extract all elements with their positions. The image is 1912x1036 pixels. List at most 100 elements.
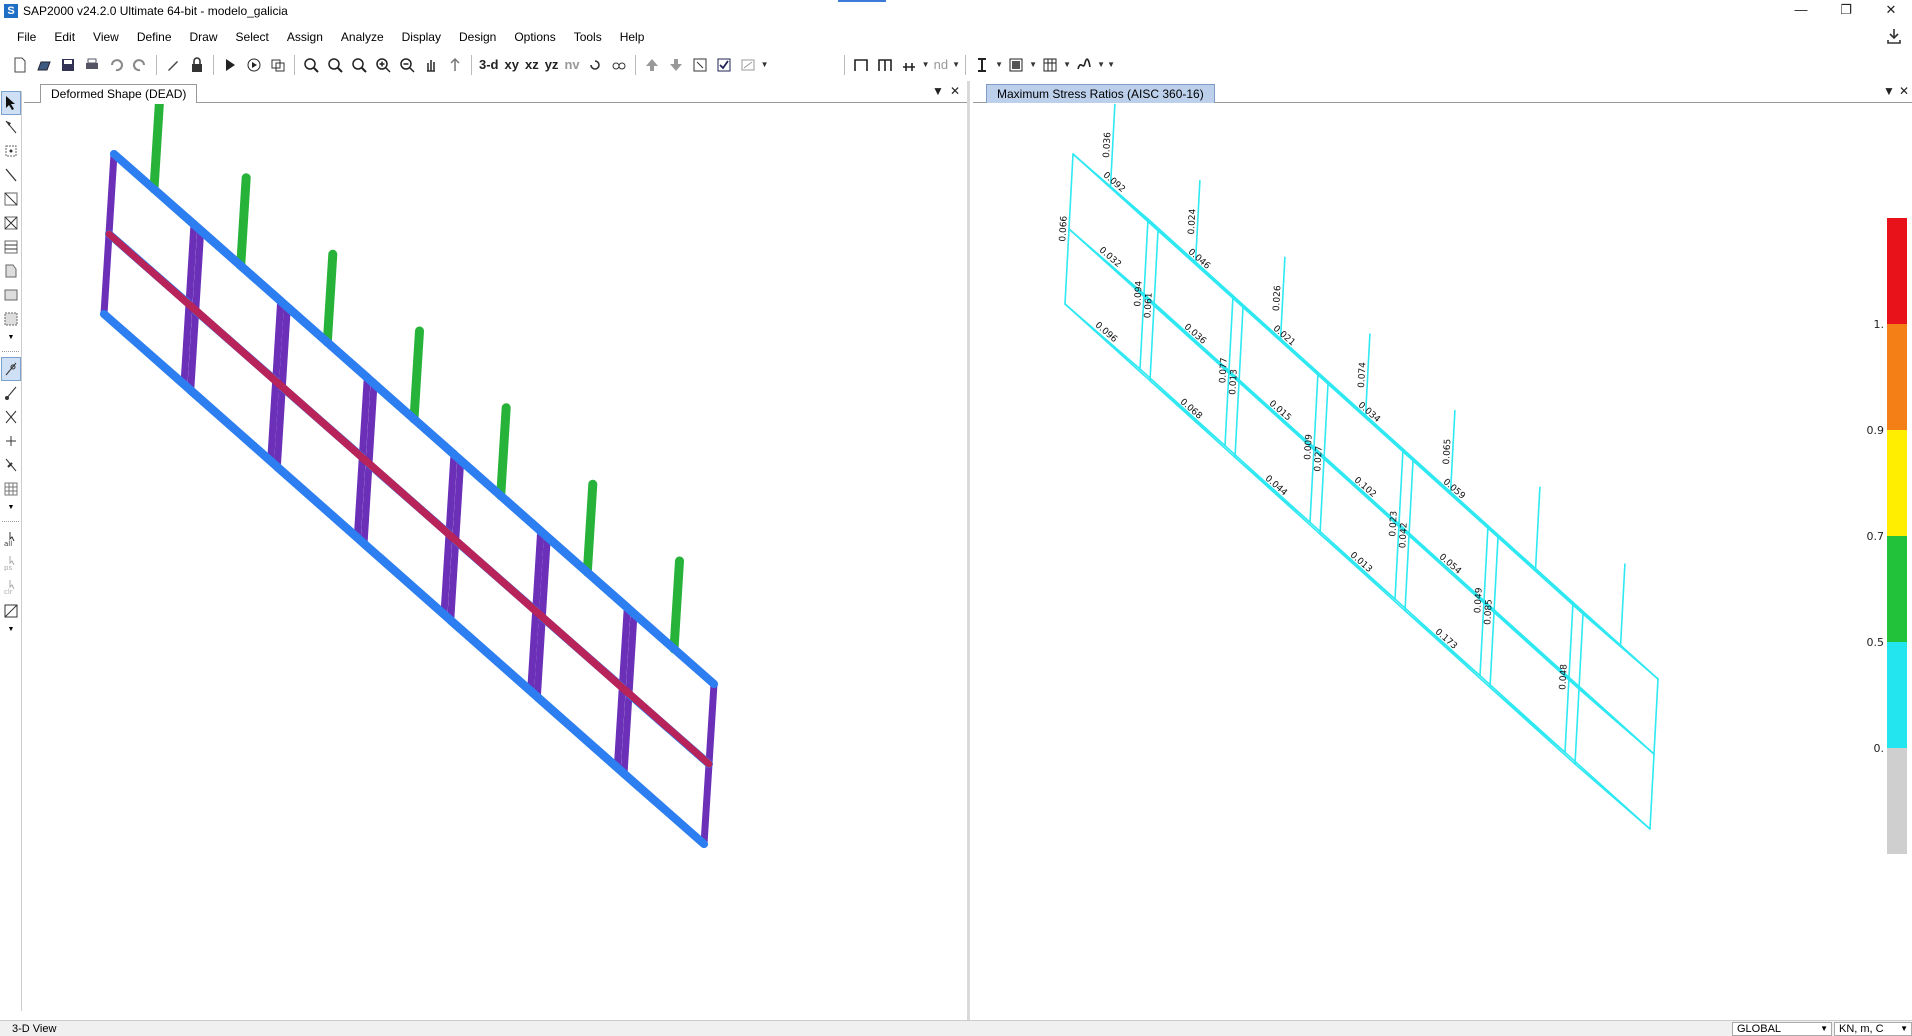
intersecting-line-select-icon[interactable] — [1, 599, 21, 623]
dropdown-arrow-icon[interactable]: ▼ — [1106, 60, 1116, 69]
perspective-toggle-icon[interactable] — [607, 53, 631, 77]
frame-member[interactable] — [150, 185, 678, 653]
rotate-view-icon[interactable] — [583, 53, 607, 77]
dropdown-arrow-icon[interactable]: ▼ — [1096, 60, 1106, 69]
open-icon[interactable] — [32, 53, 56, 77]
dropdown-arrow-icon[interactable]: ▼ — [760, 60, 770, 69]
frame-member[interactable] — [496, 403, 511, 501]
menu-assign[interactable]: Assign — [278, 25, 332, 49]
draw-frame-icon[interactable] — [1, 163, 21, 187]
left-window-close-icon[interactable]: ✕ — [950, 84, 960, 98]
draw-rect-area-icon[interactable] — [1, 283, 21, 307]
coordinate-system-select[interactable]: GLOBAL ▼ — [1732, 1022, 1832, 1036]
menu-help[interactable]: Help — [611, 25, 654, 49]
reshape-icon[interactable] — [1, 115, 21, 139]
menu-tools[interactable]: Tools — [565, 25, 611, 49]
draw-poly-area-icon[interactable] — [1, 259, 21, 283]
dropdown-arrow-icon[interactable]: ▼ — [921, 60, 931, 69]
units-select[interactable]: KN, m, C ▼ — [1834, 1022, 1912, 1036]
rubber-band-zoom-icon[interactable] — [299, 53, 323, 77]
stress-ratio-model[interactable]: 0.0660.0940.0920.0960.0320.0360.0610.077… — [973, 104, 1912, 1020]
right-window-menu-icon[interactable]: ▼ — [1883, 84, 1895, 98]
frame-member[interactable] — [582, 479, 598, 577]
view-yz-button[interactable]: yz — [542, 53, 562, 77]
frame-member[interactable] — [1147, 218, 1659, 680]
edit-pencil-icon[interactable] — [161, 53, 185, 77]
stress-ratio-3d-view[interactable]: 0.066 0.094 0.092 0.096 0.032 0.036 0.061 0.077… — [973, 104, 1912, 1020]
menu-file[interactable]: File — [8, 25, 45, 49]
zoom-previous-icon[interactable] — [347, 53, 371, 77]
minimize-button[interactable]: — — [1778, 0, 1824, 22]
tab-deformed-shape[interactable]: Deformed Shape (DEAD) — [40, 84, 198, 103]
move-up-list-icon[interactable] — [640, 53, 664, 77]
snap-points-icon[interactable] — [1, 357, 21, 381]
new-model-icon[interactable] — [8, 53, 32, 77]
lock-icon[interactable] — [185, 53, 209, 77]
menu-draw[interactable]: Draw — [181, 25, 227, 49]
frame-draw-icon[interactable] — [849, 53, 873, 77]
dropdown-arrow-icon[interactable]: ▼ — [1062, 60, 1072, 69]
select-all-icon[interactable]: all — [1, 527, 21, 551]
frame-member[interactable] — [1619, 563, 1626, 648]
zoom-out-icon[interactable] — [395, 53, 419, 77]
frame-member[interactable] — [149, 104, 164, 194]
snap-perpendicular-icon[interactable] — [1, 429, 21, 453]
view-nv-button[interactable]: nv — [561, 53, 582, 77]
left-window-menu-icon[interactable]: ▼ — [932, 84, 944, 98]
menu-analyze[interactable]: Analyze — [332, 25, 393, 49]
restore-full-view-icon[interactable] — [323, 53, 347, 77]
previous-selection-icon[interactable]: ps — [1, 551, 21, 575]
pan-hand-icon[interactable] — [419, 53, 443, 77]
draw-joint-icon[interactable] — [1, 139, 21, 163]
save-icon[interactable] — [56, 53, 80, 77]
print-icon[interactable] — [80, 53, 104, 77]
deformed-shape-model[interactable] — [24, 104, 967, 1020]
menu-define[interactable]: Define — [128, 25, 181, 49]
nd-button[interactable]: nd — [931, 53, 951, 77]
palette-more-arrow-icon[interactable]: ▼ — [1, 331, 21, 343]
dropdown-arrow-icon[interactable]: ▼ — [994, 60, 1004, 69]
restore-button[interactable]: ❐ — [1823, 0, 1869, 22]
show-undeformed-icon[interactable] — [736, 53, 760, 77]
snap-lines-icon[interactable] — [1, 453, 21, 477]
quick-draw-frame-icon[interactable] — [1, 187, 21, 211]
set-display-check-icon[interactable] — [712, 53, 736, 77]
dropdown-arrow-icon[interactable]: ▼ — [1028, 60, 1038, 69]
frame-member[interactable] — [409, 326, 424, 424]
frame-member[interactable] — [669, 556, 684, 654]
frame-member[interactable] — [1064, 303, 1576, 765]
menu-display[interactable]: Display — [393, 25, 450, 49]
object-shrink-icon[interactable] — [688, 53, 712, 77]
snap-intersections-icon[interactable] — [1, 405, 21, 429]
table-grid-icon[interactable] — [1038, 53, 1062, 77]
area-grid-icon[interactable] — [1004, 53, 1028, 77]
snap-ends-icon[interactable] — [1, 381, 21, 405]
set-display-options-icon[interactable] — [443, 53, 467, 77]
frame-member[interactable] — [1072, 153, 1584, 615]
quick-draw-area-icon[interactable] — [1, 307, 21, 331]
view-xz-button[interactable]: xz — [522, 53, 542, 77]
frame-member[interactable] — [1139, 368, 1651, 830]
pointer-select-icon[interactable] — [1, 91, 21, 115]
frame-member[interactable] — [236, 173, 251, 271]
close-window-button[interactable]: ✕ — [1868, 0, 1912, 22]
draw-brace-icon[interactable] — [1, 211, 21, 235]
frame-member[interactable] — [1534, 486, 1541, 571]
section-i-icon[interactable] — [970, 53, 994, 77]
lock-unlock-model-icon[interactable] — [266, 53, 290, 77]
view-xy-button[interactable]: xy — [502, 53, 522, 77]
deformed-shape-3d-view[interactable] — [24, 104, 967, 1020]
menu-view[interactable]: View — [84, 25, 128, 49]
palette-more-arrow-icon[interactable]: ▼ — [1, 623, 21, 635]
redo-icon[interactable] — [128, 53, 152, 77]
frame-line-icon[interactable] — [897, 53, 921, 77]
tab-maximum-stress-ratios[interactable]: Maximum Stress Ratios (AISC 360-16) — [986, 84, 1215, 103]
view-3d-button[interactable]: 3-d — [476, 53, 502, 77]
menu-edit[interactable]: Edit — [45, 25, 84, 49]
menu-design[interactable]: Design — [450, 25, 505, 49]
menu-select[interactable]: Select — [227, 25, 278, 49]
clear-selection-icon[interactable]: clr — [1, 575, 21, 599]
run-analysis-icon[interactable] — [218, 53, 242, 77]
run-now-icon[interactable] — [242, 53, 266, 77]
zoom-in-icon[interactable] — [371, 53, 395, 77]
